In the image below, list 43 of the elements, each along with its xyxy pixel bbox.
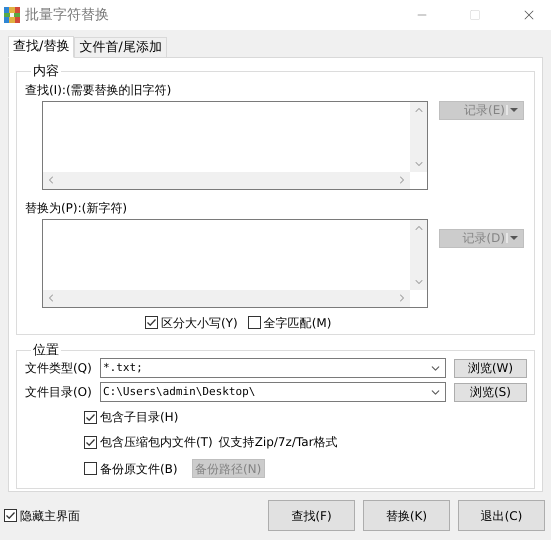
check-icon — [5, 510, 16, 521]
combo-box[interactable]: *.txt; — [100, 358, 446, 378]
field-label: 文件类型(Q) — [25, 360, 93, 377]
checkbox[interactable] — [84, 462, 97, 475]
find-text-area[interactable] — [42, 100, 428, 190]
horizontal-scrollbar[interactable] — [43, 172, 410, 188]
option-checkbox[interactable]: 全字匹配(M) — [248, 314, 332, 330]
check-icon — [85, 412, 96, 422]
combo-box[interactable]: C:\Users\admin\Desktop\ — [100, 382, 446, 402]
hide-main-checkbox[interactable]: 隐藏主界面 — [4, 508, 268, 524]
tab[interactable]: 文件首/尾添加 — [74, 37, 167, 57]
maximize-icon[interactable] — [469, 9, 481, 21]
option-checkbox[interactable]: 包含子目录(H) — [84, 409, 178, 425]
field-label: 查找(I):(需要替换的旧字符) — [25, 82, 172, 96]
note-text: 仅支持Zip/7z/Tar格式 — [218, 434, 338, 451]
window-title: 批量字符替换 — [25, 6, 109, 24]
group-title: 内容 — [32, 63, 60, 81]
app-icon — [3, 6, 21, 24]
browse-button[interactable]: 浏览(W) — [454, 358, 527, 378]
option-checkbox[interactable]: 备份原文件(B) — [84, 460, 178, 476]
option-checkbox[interactable]: 区分大小写(Y) — [145, 314, 238, 330]
check-icon — [146, 317, 157, 328]
tab[interactable]: 查找/替换 — [8, 36, 74, 58]
dropdown-arrow-icon — [506, 233, 520, 243]
action-button[interactable]: 查找(F) — [268, 500, 355, 531]
checkbox[interactable] — [248, 316, 261, 329]
vertical-scrollbar[interactable] — [410, 220, 427, 290]
group-title: 位置 — [32, 342, 60, 360]
vertical-scrollbar[interactable] — [410, 102, 427, 172]
replace-text-area[interactable] — [42, 218, 428, 308]
action-button[interactable]: 替换(K) — [363, 500, 450, 531]
action-button[interactable]: 退出(C) — [458, 500, 545, 531]
horizontal-scrollbar[interactable] — [43, 290, 410, 306]
field-label: 文件目录(O) — [25, 384, 93, 401]
checkbox[interactable] — [84, 410, 97, 424]
field-label: 替换为(P):(新字符) — [25, 200, 128, 214]
option-checkbox[interactable]: 包含压缩包内文件(T) — [84, 434, 213, 450]
check-icon — [85, 436, 96, 448]
checkbox[interactable] — [84, 436, 97, 448]
checkbox[interactable] — [145, 316, 158, 329]
browse-button[interactable]: 浏览(S) — [454, 382, 527, 402]
checkbox[interactable] — [4, 509, 17, 522]
dropdown-arrow-icon — [506, 105, 520, 115]
